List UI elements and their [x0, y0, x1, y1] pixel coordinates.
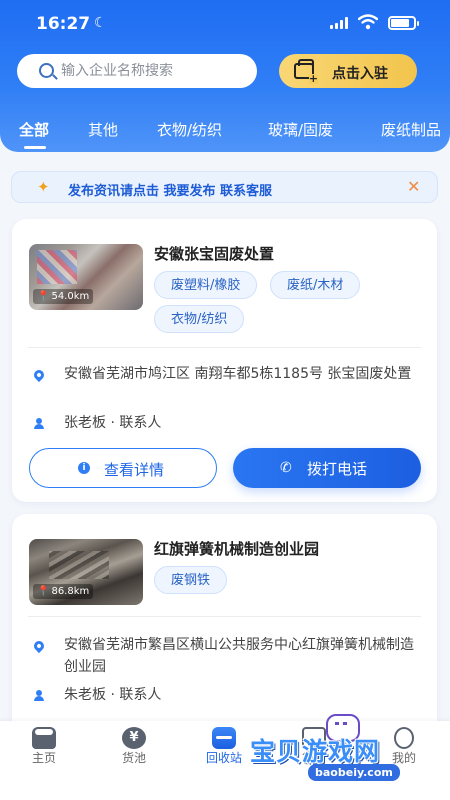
location-icon	[31, 367, 47, 383]
party-popper-icon: ✦	[37, 178, 50, 196]
company-card[interactable]: 📍 54.0km 安徽张宝固废处置 废塑料/橡胶 废纸/木材 衣物/纺织 安徽省芜…	[12, 219, 437, 502]
battery-icon	[388, 16, 419, 30]
nav-label: 货池	[121, 751, 146, 765]
divider	[28, 616, 421, 617]
distance-badge: 📍 86.8km	[33, 584, 94, 599]
watermark-title: 宝贝游戏网	[250, 737, 381, 766]
join-button-label: 点击入驻	[332, 66, 388, 82]
watermark-url: baobeiy.com	[308, 764, 400, 781]
tab-all[interactable]: 全部	[19, 119, 49, 140]
phone-icon: ✆	[280, 460, 292, 476]
company-name: 红旗弹簧机械制造创业园	[154, 540, 320, 558]
status-bar: 16:27 ☾	[0, 0, 450, 46]
tab-clothing-textile[interactable]: 衣物/纺织	[157, 119, 222, 140]
category-tag: 衣物/纺织	[154, 305, 245, 333]
watermark: 宝贝游戏网 baobeiy.com	[246, 710, 450, 800]
contact-person: 朱老板 · 联系人	[64, 687, 162, 703]
person-icon	[34, 690, 44, 701]
search-box[interactable]	[17, 54, 257, 88]
moon-icon: ☾	[94, 15, 107, 31]
view-details-button[interactable]: i 查看详情	[29, 448, 217, 488]
recycle-station-icon	[212, 727, 236, 749]
distance-value: 86.8km	[51, 586, 90, 597]
tab-other[interactable]: 其他	[88, 119, 118, 140]
company-address: 安徽省芜湖市鸠江区 南翔车都5栋1185号 张宝固废处置	[64, 366, 412, 382]
person-icon	[34, 418, 44, 429]
company-address: 安徽省芜湖市繁昌区横山公共服务中心红旗弹簧机械制造创业园	[64, 637, 414, 675]
company-photo: 📍 54.0km	[29, 244, 143, 310]
status-time: 16:27	[36, 14, 91, 34]
category-tag: 废纸/木材	[270, 271, 361, 299]
nav-goods-pool[interactable]: ¥ 货池	[98, 721, 170, 781]
divider	[28, 347, 421, 348]
notice-bar[interactable]: ✦ 发布资讯请点击 我要发布 联系客服 ✕	[11, 171, 438, 203]
nav-home[interactable]: 主页	[8, 721, 80, 781]
close-icon[interactable]: ✕	[407, 177, 420, 196]
home-icon	[32, 727, 56, 749]
contact-person: 张老板 · 联系人	[64, 415, 162, 431]
signal-icon	[330, 17, 350, 29]
tab-waste-paper[interactable]: 废纸制品	[381, 119, 441, 140]
category-tabs: 全部 其他 衣物/纺织 玻璃/固废 废纸制品	[0, 108, 450, 152]
call-button[interactable]: ✆ 拨打电话	[233, 448, 421, 488]
tab-glass-solid-waste[interactable]: 玻璃/固废	[268, 119, 333, 140]
category-tag: 废钢铁	[154, 566, 228, 594]
active-tab-indicator	[24, 146, 46, 149]
search-input[interactable]	[61, 54, 251, 88]
location-icon	[31, 638, 47, 654]
distance-badge: 📍 54.0km	[33, 289, 94, 304]
wifi-icon	[358, 14, 378, 30]
join-button[interactable]: 点击入驻	[279, 54, 417, 88]
nav-label: 主页	[31, 751, 56, 765]
notice-text: 发布资讯请点击 我要发布 联系客服	[68, 184, 273, 199]
location-pin-icon: 📍	[37, 291, 50, 302]
company-photo: 📍 86.8km	[29, 539, 143, 605]
category-tag: 废塑料/橡胶	[154, 271, 258, 299]
yen-icon: ¥	[122, 727, 146, 749]
location-pin-icon: 📍	[37, 586, 50, 597]
company-name: 安徽张宝固废处置	[154, 245, 275, 263]
view-details-label: 查看详情	[104, 461, 165, 479]
store-add-icon	[294, 59, 318, 84]
search-icon	[39, 63, 54, 78]
call-button-label: 拨打电话	[307, 460, 368, 478]
info-icon: i	[78, 462, 90, 474]
distance-value: 54.0km	[51, 291, 90, 302]
